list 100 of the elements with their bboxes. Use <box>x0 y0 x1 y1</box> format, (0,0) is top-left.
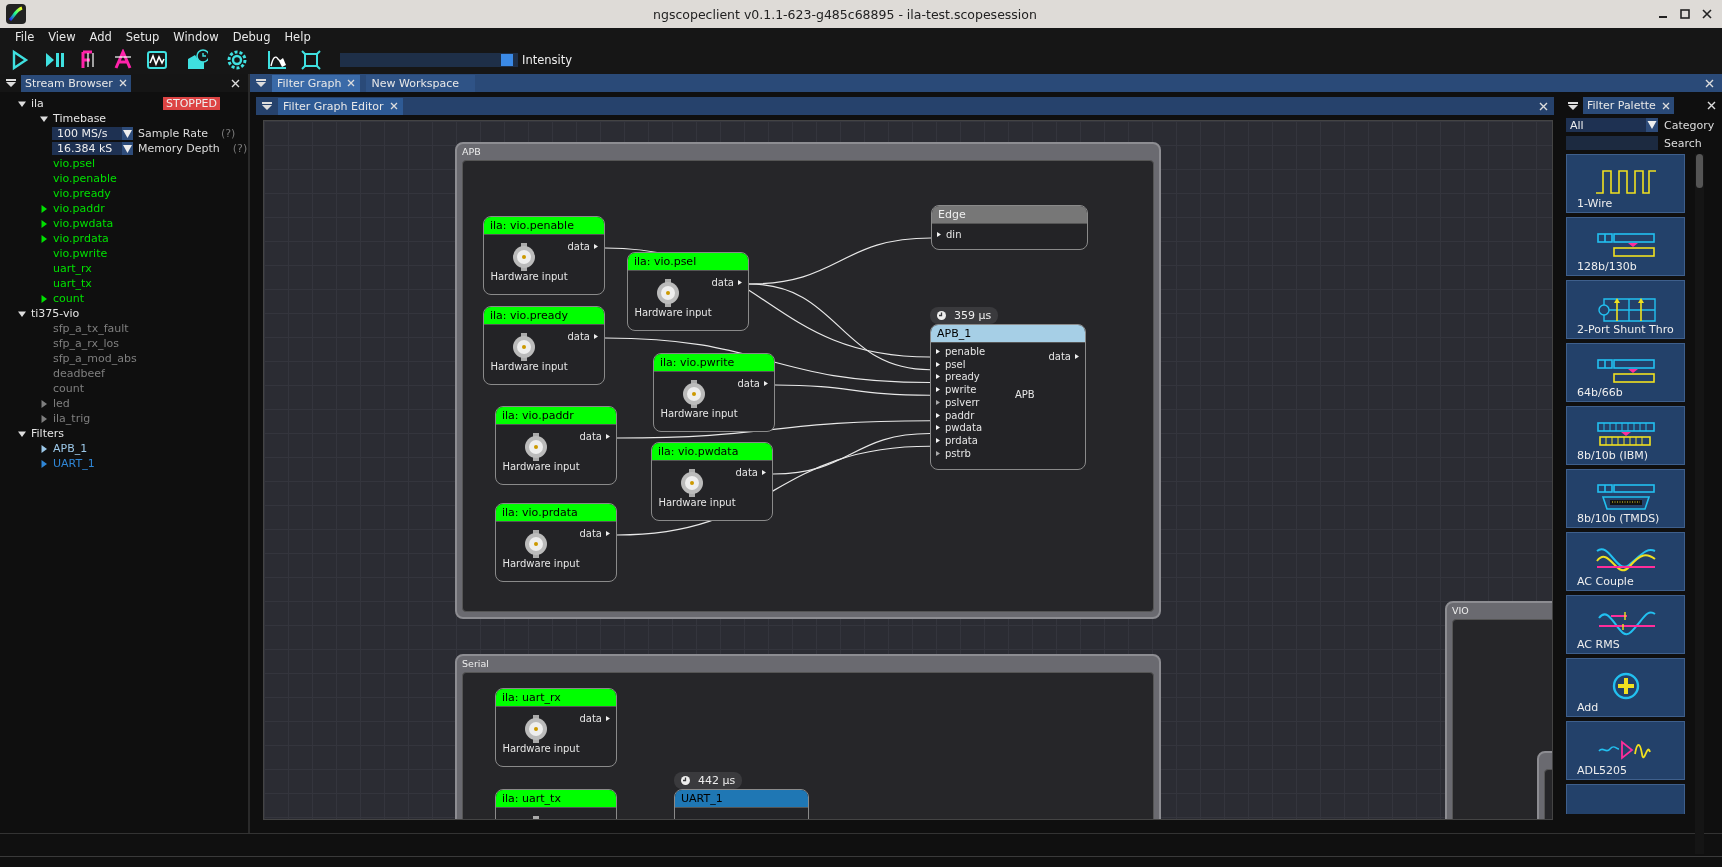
node-caption: Hardware input <box>657 497 737 508</box>
group-label: Serial <box>461 657 489 671</box>
tree-item[interactable]: uart_rx <box>53 262 92 275</box>
collapsed-caret-icon[interactable] <box>40 444 48 453</box>
menu-icon[interactable] <box>262 102 272 110</box>
tree-item[interactable]: vio.psel <box>53 157 96 170</box>
collapsed-caret-icon[interactable] <box>40 399 48 408</box>
node-header: Edge <box>932 206 1087 224</box>
settings-icon[interactable] <box>226 49 248 71</box>
tree-item[interactable]: ila_trig <box>53 412 91 425</box>
tree-item[interactable]: vio.prdata <box>53 232 109 245</box>
filter-node[interactable]: Edge din <box>931 205 1088 250</box>
tab[interactable]: New Workspace <box>366 74 476 92</box>
group-label: APB <box>461 145 481 159</box>
palette-tile[interactable]: Add <box>1566 658 1685 717</box>
panel-tab[interactable]: Filter Palette <box>1583 97 1674 114</box>
slider-thumb[interactable] <box>500 54 513 66</box>
tree-item[interactable]: Filters <box>31 427 64 440</box>
filter-node[interactable]: ila: vio.paddr data Hardware input <box>495 406 617 485</box>
palette-tile[interactable]: 64b/66b <box>1566 343 1685 402</box>
tab[interactable]: Filter Graph <box>272 74 361 92</box>
fit-icon[interactable] <box>300 49 322 71</box>
expanded-caret-icon[interactable] <box>40 114 48 123</box>
filter-node[interactable]: ila: vio.prdata data Hardware input <box>495 503 617 582</box>
bnc-connector-icon <box>512 243 536 271</box>
chart-icon[interactable] <box>266 49 288 71</box>
tile-label: ADL5205 <box>1577 764 1628 777</box>
dropdown[interactable]: 16.384 kS <box>52 142 133 155</box>
palette-tile[interactable]: 128b/130b <box>1566 217 1685 276</box>
tree-item[interactable]: vio.pready <box>53 187 111 200</box>
menu-item[interactable]: File <box>8 30 42 44</box>
menu-item[interactable]: Help <box>277 30 318 44</box>
tree-item[interactable]: vio.pwdata <box>53 217 114 230</box>
waveform-icon[interactable] <box>146 49 168 71</box>
dropdown[interactable]: 100 MS/s <box>52 127 133 140</box>
palette-tile[interactable]: ADL5205 <box>1566 721 1685 780</box>
help-marker: (?) <box>232 142 248 155</box>
menu-icon[interactable] <box>256 79 266 87</box>
node-header: ila: vio.prdata <box>496 504 616 522</box>
filter-node[interactable]: ila: vio.psel data Hardware input <box>627 252 749 331</box>
maximize-icon[interactable] <box>1680 9 1690 19</box>
menu-icon[interactable] <box>6 79 16 87</box>
filter-node[interactable]: ila: vio.pready data Hardware input <box>483 306 605 385</box>
filter-node[interactable]: UART_1 <box>674 789 809 819</box>
tree-item[interactable]: UART_1 <box>53 457 95 470</box>
tree-item[interactable]: count <box>53 292 85 305</box>
filter-node[interactable]: ila: vio.pwrite data Hardware input <box>653 353 775 432</box>
expanded-caret-icon[interactable] <box>18 99 26 108</box>
filter-node[interactable]: ila: vio.pwdata data Hardware input <box>651 442 773 521</box>
search-field[interactable] <box>1566 136 1658 150</box>
palette-tile[interactable]: AC RMS <box>1566 595 1685 654</box>
tree-item[interactable]: sfp_a_tx_fault <box>53 322 129 335</box>
collapsed-caret-icon[interactable] <box>40 204 48 213</box>
filter-node[interactable]: ila: uart_rx data Hardware input <box>495 688 617 767</box>
menu-item[interactable]: Setup <box>118 30 167 44</box>
tree-item[interactable]: ila <box>31 97 44 110</box>
category-dropdown[interactable]: All <box>1566 118 1658 132</box>
expanded-caret-icon[interactable] <box>18 429 26 438</box>
palette-tile[interactable]: 2-Port Shunt Thro <box>1566 280 1685 339</box>
intensity-slider[interactable] <box>340 53 518 67</box>
menu-item[interactable]: Add <box>82 30 119 44</box>
tree-item[interactable]: APB_1 <box>53 442 88 455</box>
node-caption: Hardware input <box>489 361 569 372</box>
clock-icon <box>681 776 690 785</box>
menu-item[interactable]: View <box>41 30 83 44</box>
tree-item[interactable]: vio.pwrite <box>53 247 108 260</box>
palette-tile[interactable]: AC Couple <box>1566 532 1685 591</box>
filter-node[interactable]: ila: vio.penable data Hardware input <box>483 216 605 295</box>
tree-item[interactable]: ti375-vio <box>31 307 80 320</box>
collapsed-caret-icon[interactable] <box>40 459 48 468</box>
panel-tab[interactable]: Stream Browser <box>21 74 131 92</box>
filter-node[interactable]: APB_1 penable psel pready pwrite pslverr paddr pwdata prdata pstrb APB data <box>930 324 1086 470</box>
menu-item[interactable]: Debug <box>225 30 278 44</box>
timing-value: 442 µs <box>698 774 736 787</box>
tree-item[interactable]: deadbeef <box>53 367 105 380</box>
tree-item[interactable]: sfp_a_rx_los <box>53 337 120 350</box>
collapsed-caret-icon[interactable] <box>40 294 48 303</box>
menu-icon[interactable] <box>1568 101 1578 110</box>
scrollbar-thumb[interactable] <box>1696 154 1703 188</box>
tree-item[interactable]: uart_tx <box>53 277 92 290</box>
panel-tab[interactable]: Filter Graph Editor <box>278 97 403 115</box>
node-header: ila: vio.pwdata <box>652 443 772 461</box>
collapsed-caret-icon[interactable] <box>40 234 48 243</box>
menu-item[interactable]: Window <box>166 30 226 44</box>
palette-tile[interactable]: 8b/10b (IBM) <box>1566 406 1685 465</box>
palette-tile[interactable]: 8b/10b (TMDS) <box>1566 469 1685 528</box>
port-label: data <box>1048 351 1071 362</box>
collapsed-caret-icon[interactable] <box>40 219 48 228</box>
port-label: penable <box>945 345 986 357</box>
collapsed-caret-icon[interactable] <box>40 414 48 423</box>
close-icon[interactable] <box>1702 9 1712 19</box>
tree-item[interactable]: sfp_a_mod_abs <box>53 352 137 365</box>
tree-item[interactable]: vio.paddr <box>53 202 105 215</box>
filter-node[interactable]: ila: uart_tx <box>495 789 617 819</box>
tree-item[interactable]: led <box>53 397 70 410</box>
tree-item[interactable]: count <box>53 382 85 395</box>
tree-item[interactable]: vio.penable <box>53 172 117 185</box>
palette-tile[interactable]: 1-Wire <box>1566 154 1685 213</box>
tree-item[interactable]: Timebase <box>53 112 107 125</box>
expanded-caret-icon[interactable] <box>18 309 26 318</box>
